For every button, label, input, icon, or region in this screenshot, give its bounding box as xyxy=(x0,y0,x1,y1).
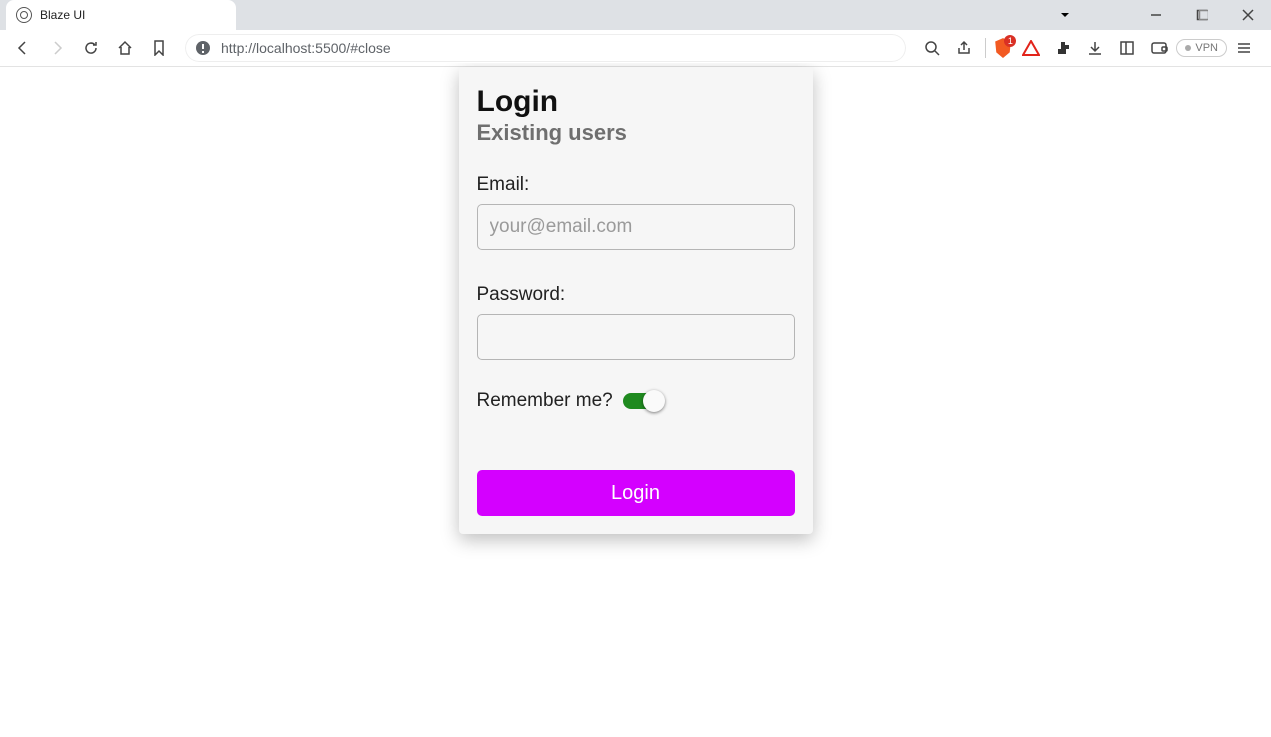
minimize-button[interactable] xyxy=(1133,0,1179,30)
vpn-label: VPN xyxy=(1195,42,1218,54)
menu-icon[interactable] xyxy=(1229,33,1259,63)
address-bar[interactable]: http://localhost:5500/#close xyxy=(184,33,907,63)
downloads-icon[interactable] xyxy=(1080,33,1110,63)
back-button[interactable] xyxy=(8,33,38,63)
brave-shields-icon[interactable]: 1 xyxy=(992,37,1014,59)
shields-count-badge: 1 xyxy=(1004,35,1016,47)
email-input[interactable] xyxy=(477,204,795,250)
card-header: Login Existing users xyxy=(477,85,795,146)
card-subtitle: Existing users xyxy=(477,120,795,146)
password-field-group: Password: xyxy=(477,284,795,360)
forward-button[interactable] xyxy=(42,33,72,63)
page-content: Login Existing users Email: Password: Re… xyxy=(0,67,1271,534)
email-field-group: Email: xyxy=(477,174,795,250)
remember-me-row: Remember me? xyxy=(477,390,795,412)
reload-button[interactable] xyxy=(76,33,106,63)
login-card: Login Existing users Email: Password: Re… xyxy=(459,67,813,534)
extensions-icon[interactable] xyxy=(1048,33,1078,63)
separator xyxy=(985,38,986,58)
password-label: Password: xyxy=(477,284,795,306)
password-input[interactable] xyxy=(477,314,795,360)
bookmark-button[interactable] xyxy=(144,33,174,63)
url-text: http://localhost:5500/#close xyxy=(221,40,391,56)
globe-icon xyxy=(16,7,32,23)
share-icon[interactable] xyxy=(949,33,979,63)
tab-strip: Blaze UI xyxy=(0,0,1271,30)
toolbar-right: 1 VPN xyxy=(917,33,1263,63)
tab-title: Blaze UI xyxy=(40,8,202,22)
vpn-button[interactable]: VPN xyxy=(1176,39,1227,57)
email-label: Email: xyxy=(477,174,795,196)
login-button[interactable]: Login xyxy=(477,470,795,516)
maximize-button[interactable] xyxy=(1179,0,1225,30)
tabs-dropdown-icon[interactable] xyxy=(1049,0,1081,30)
wallet-icon[interactable] xyxy=(1144,33,1174,63)
tab-close-icon[interactable] xyxy=(210,7,226,23)
toggle-knob xyxy=(643,390,665,412)
not-secure-icon xyxy=(195,40,211,56)
browser-tab[interactable]: Blaze UI xyxy=(6,0,236,30)
remember-me-label: Remember me? xyxy=(477,390,613,412)
card-title: Login xyxy=(477,85,795,118)
brave-rewards-icon[interactable] xyxy=(1016,33,1046,63)
new-tab-button[interactable] xyxy=(244,2,272,30)
sidebar-icon[interactable] xyxy=(1112,33,1142,63)
remember-me-toggle[interactable] xyxy=(623,393,663,409)
zoom-icon[interactable] xyxy=(917,33,947,63)
browser-chrome: Blaze UI xyxy=(0,0,1271,67)
home-button[interactable] xyxy=(110,33,140,63)
window-controls xyxy=(1133,0,1271,30)
browser-toolbar: http://localhost:5500/#close 1 xyxy=(0,30,1271,67)
close-window-button[interactable] xyxy=(1225,0,1271,30)
